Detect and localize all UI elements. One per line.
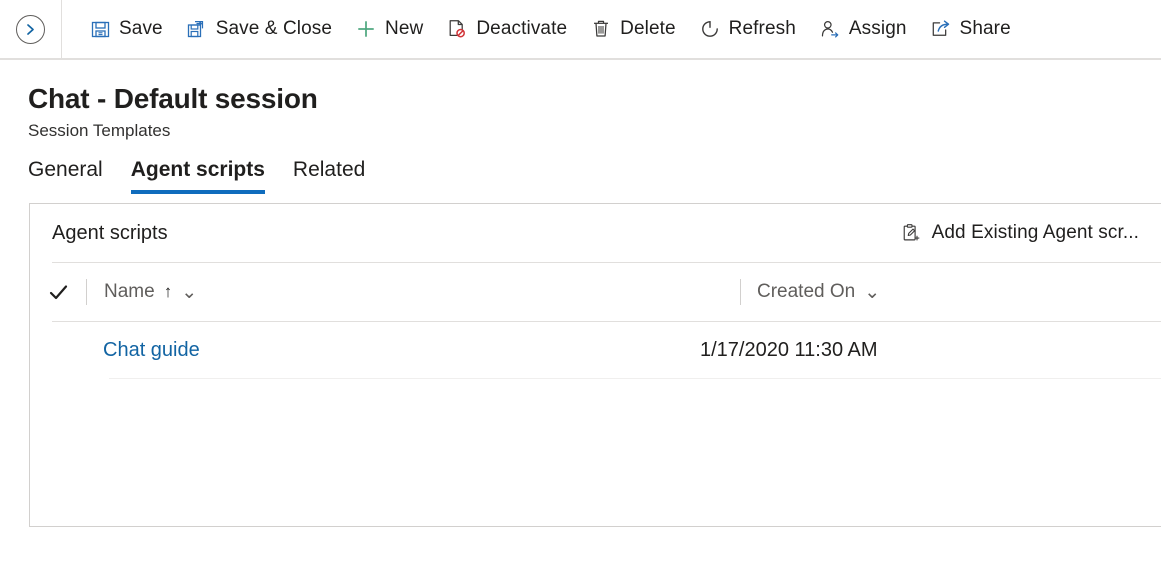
deactivate-button[interactable]: Deactivate: [435, 7, 579, 51]
save-and-close-button[interactable]: Save & Close: [175, 7, 344, 51]
page-header: Chat - Default session Session Templates: [0, 60, 1161, 142]
share-button-label: Share: [959, 18, 1011, 39]
tab-strip: General Agent scripts Related: [0, 142, 1161, 194]
tab-agent-scripts[interactable]: Agent scripts: [117, 157, 279, 194]
refresh-button-label: Refresh: [728, 18, 796, 39]
plus-icon: [356, 19, 376, 39]
tab-related-label: Related: [292, 158, 366, 181]
assign-button-label: Assign: [848, 18, 907, 39]
checkmark-icon: [49, 284, 67, 299]
grid-header-row: Name ↑ ⌄ Created On ⌄: [30, 263, 1161, 321]
page-title: Chat - Default session: [28, 83, 318, 114]
new-button[interactable]: New: [344, 7, 435, 51]
chevron-down-icon[interactable]: ⌄: [181, 281, 197, 304]
command-bar-items: Save Save & Close New Deactivate Delete …: [62, 0, 1023, 59]
refresh-button[interactable]: Refresh: [688, 7, 808, 51]
trash-icon: [591, 19, 611, 39]
cell-name: Chat guide: [30, 339, 684, 362]
tab-related[interactable]: Related: [279, 157, 379, 194]
table-row[interactable]: Chat guide 1/17/2020 11:30 AM: [30, 322, 1161, 378]
add-existing-agent-script-button[interactable]: Add Existing Agent scr...: [901, 222, 1139, 244]
chevron-right-circle-icon[interactable]: [16, 14, 45, 44]
agent-script-link[interactable]: Chat guide: [103, 339, 200, 361]
add-existing-agent-script-label: Add Existing Agent scr...: [931, 222, 1139, 243]
share-arrow-icon: [931, 19, 951, 39]
nav-expand-container: [0, 0, 62, 59]
save-button[interactable]: Save: [78, 7, 175, 51]
command-bar: Save Save & Close New Deactivate Delete …: [0, 0, 1161, 60]
tab-agent-scripts-label: Agent scripts: [130, 158, 265, 181]
cell-created-on: 1/17/2020 11:30 AM: [684, 339, 1161, 362]
person-assign-icon: [820, 19, 840, 39]
tab-general[interactable]: General: [28, 157, 117, 194]
select-all-checkbox[interactable]: [30, 284, 86, 301]
chevron-down-icon[interactable]: ⌄: [864, 281, 880, 304]
clipboard-add-icon: [901, 223, 921, 243]
page-subtitle: Session Templates: [28, 121, 171, 140]
column-header-name[interactable]: Name ↑ ⌄: [86, 279, 740, 305]
new-button-label: New: [385, 18, 424, 39]
deactivate-button-label: Deactivate: [476, 18, 568, 39]
row-divider: [109, 378, 1161, 379]
save-floppy-icon: [90, 19, 110, 39]
save-and-close-icon: [187, 19, 207, 39]
panel-title: Agent scripts: [52, 222, 168, 244]
save-button-label: Save: [119, 18, 163, 39]
delete-button[interactable]: Delete: [579, 7, 688, 51]
assign-button[interactable]: Assign: [808, 7, 919, 51]
document-blocked-icon: [447, 19, 467, 39]
share-button[interactable]: Share: [919, 7, 1023, 51]
delete-button-label: Delete: [620, 18, 676, 39]
sort-ascending-icon: ↑: [163, 282, 173, 301]
panel-header: Agent scripts Add Existing Agent scr...: [30, 204, 1161, 262]
agent-scripts-panel: Agent scripts Add Existing Agent scr...: [29, 203, 1161, 527]
column-header-created-on-label: Created On: [757, 281, 856, 302]
tab-general-label: General: [28, 158, 103, 181]
save-and-close-button-label: Save & Close: [215, 18, 333, 39]
column-header-name-label: Name: [104, 281, 155, 302]
column-header-created-on[interactable]: Created On ⌄: [740, 279, 1161, 305]
refresh-circular-arrow-icon: [700, 19, 720, 39]
created-on-value: 1/17/2020 11:30 AM: [700, 338, 878, 361]
